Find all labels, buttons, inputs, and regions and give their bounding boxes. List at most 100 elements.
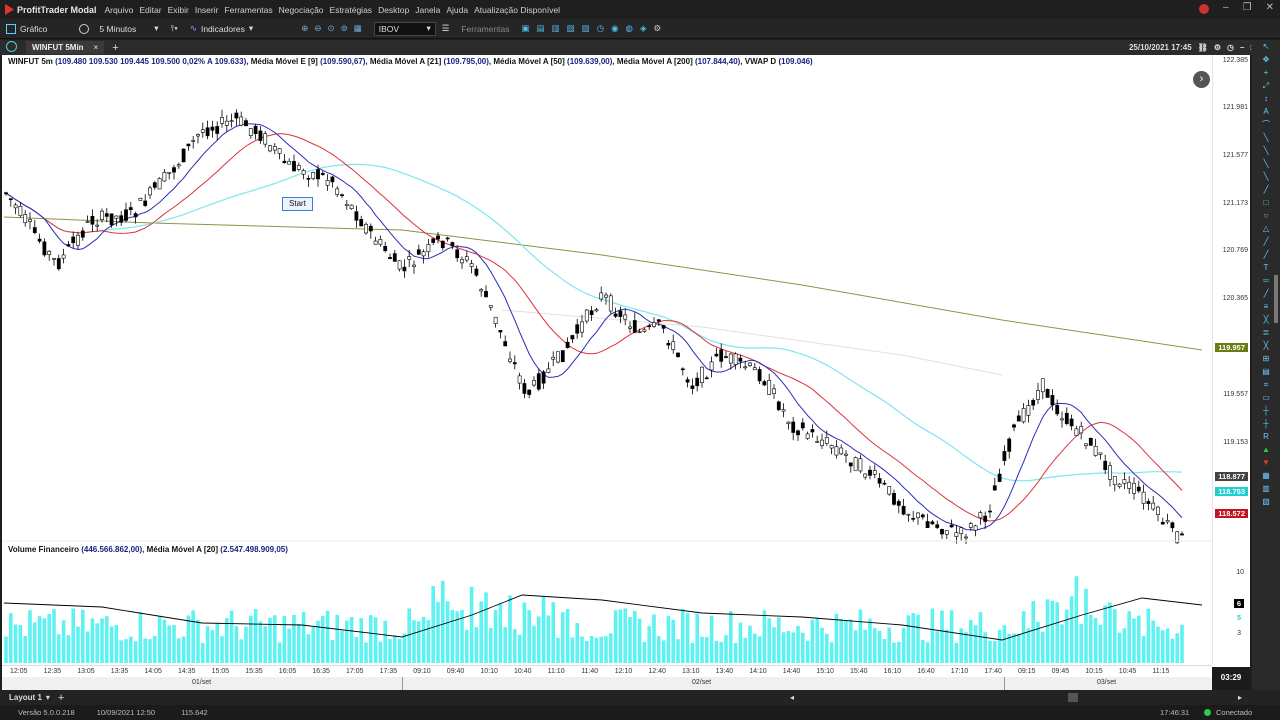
user-avatar[interactable] [1199, 4, 1210, 14]
drawing-tool-icon[interactable]: ▤ [1262, 367, 1270, 377]
settings-icon[interactable]: ⚙ [1214, 43, 1221, 52]
drawing-tool-icon[interactable]: + [1264, 68, 1269, 78]
chart-menu-button[interactable]: Gráfico [0, 20, 53, 38]
start-button[interactable]: Start [282, 197, 313, 211]
drawing-tool-icon[interactable]: □ [1264, 198, 1269, 208]
drawing-tool-icon[interactable]: ⤢ [1263, 81, 1269, 91]
drawing-tool-icon[interactable]: T [1264, 263, 1269, 273]
drawing-tool-icon[interactable]: ╱ [1264, 250, 1269, 260]
close-tab-icon[interactable]: × [94, 43, 99, 52]
menu-ferramentas[interactable]: Ferramentas [224, 5, 272, 15]
layout-tab[interactable]: Layout 1 [9, 693, 42, 702]
menu-atualizacao[interactable]: Atualização Disponível [474, 5, 560, 15]
drawing-tool-icon[interactable]: ╳ [1264, 341, 1269, 351]
drawing-tool-icon[interactable]: ╲ [1264, 172, 1269, 182]
link-icon[interactable]: ⛓ [1198, 43, 1208, 52]
menu-janela[interactable]: Janela [415, 5, 440, 15]
chevron-down-icon[interactable]: ▾ [46, 693, 50, 702]
indicators-button[interactable]: ∿ Indicadores ▾ [184, 20, 259, 38]
calendar-icon[interactable]: ▣ [522, 23, 530, 34]
zoom-fit-icon[interactable]: ⊙ [327, 23, 334, 34]
drawing-tool-icon[interactable]: A [1263, 107, 1268, 117]
drawing-tool-icon[interactable]: ▥ [1262, 484, 1270, 494]
tools-menu[interactable]: Ferramentas [455, 20, 515, 38]
align-icon[interactable]: ▧ [567, 23, 575, 34]
drawing-tool-icon[interactable]: ○ [1264, 211, 1269, 221]
layers-icon[interactable]: ◈ [640, 23, 647, 34]
drawing-tool-icon[interactable]: ↕ [1264, 94, 1268, 104]
candle-body [100, 210, 104, 220]
minimize-icon[interactable]: – [1223, 2, 1229, 14]
drawing-tool-icon[interactable]: ▼ [1262, 458, 1270, 468]
grid-icon[interactable]: ▤ [537, 23, 545, 34]
drawing-tool-icon[interactable]: ⊞ [1263, 354, 1270, 364]
drawing-tool-icon[interactable]: ▦ [1262, 471, 1270, 481]
menu-arquivo[interactable]: Arquivo [105, 5, 134, 15]
drawing-tool-icon[interactable]: ▭ [1262, 393, 1270, 403]
layout-icon[interactable]: ▦ [354, 23, 362, 34]
chart-canvas[interactable] [2, 55, 1250, 690]
add-layout-icon[interactable]: + [58, 692, 64, 704]
tab-winfut[interactable]: WINFUT 5Min × [26, 41, 105, 54]
drawing-tool-icon[interactable]: ≡ [1264, 302, 1269, 312]
scroll-right-icon[interactable]: ▸ [1238, 693, 1242, 702]
drawing-tool-icon[interactable]: ╲ [1264, 159, 1269, 169]
alarm-icon[interactable]: ◷ [597, 23, 604, 34]
history-icon[interactable]: ◷ [1227, 43, 1234, 52]
drawing-tool-icon[interactable]: ╱ [1264, 237, 1269, 247]
list-button[interactable]: ☰ [436, 20, 456, 38]
drawing-tool-icon[interactable]: ╲ [1264, 133, 1269, 143]
drawing-tool-icon[interactable]: △ [1263, 224, 1269, 234]
drawing-tool-icon[interactable]: ▲ [1262, 445, 1270, 455]
save-icon[interactable]: ▥ [552, 23, 560, 34]
chart-minimize-icon[interactable]: – [1240, 43, 1244, 52]
menu-editar[interactable]: Editar [139, 5, 161, 15]
drawing-tool-icon[interactable]: ╱ [1264, 289, 1269, 299]
time-tick: 16:05 [278, 668, 297, 675]
zoom-out-icon[interactable]: ⊖ [314, 23, 321, 34]
drawing-tool-icon[interactable]: ≣ [1263, 328, 1270, 338]
close-icon[interactable]: ✕ [1266, 2, 1274, 14]
candle-body [632, 320, 637, 333]
menu-ajuda[interactable]: Ajuda [446, 5, 468, 15]
menu-desktop[interactable]: Desktop [378, 5, 409, 15]
horizontal-scrollbar[interactable] [1068, 693, 1078, 702]
menu-estrategias[interactable]: Estratégias [330, 5, 373, 15]
drawing-tool-icon[interactable]: R [1263, 432, 1269, 442]
drawing-tool-icon[interactable]: ╱ [1264, 185, 1269, 195]
menu-exibir[interactable]: Exibir [168, 5, 189, 15]
drawing-tool-icon[interactable]: ⌒ [1262, 120, 1270, 130]
maximize-icon[interactable]: ❐ [1243, 2, 1252, 14]
zoom-in-icon[interactable]: ⊕ [301, 23, 308, 34]
volume-bar [561, 612, 565, 663]
drawing-tool-icon[interactable]: ↖ [1263, 42, 1270, 52]
robot-icon[interactable]: ◉ [611, 23, 618, 34]
symbol-selector[interactable]: IBOV ▾ [373, 21, 436, 36]
menu-inserir[interactable]: Inserir [195, 5, 219, 15]
crosshair-icon[interactable]: ⊚ [341, 23, 348, 34]
gear-icon[interactable]: ⚙ [654, 23, 662, 34]
volume-bar [709, 615, 714, 663]
drawing-tool-icon[interactable]: ═ [1263, 276, 1269, 286]
drawing-tool-icon[interactable]: ┼ [1263, 406, 1269, 416]
chart-type-icon[interactable] [6, 41, 17, 52]
scroll-right-button[interactable]: › [1193, 71, 1210, 88]
sidebar-scrollbar[interactable] [1274, 275, 1278, 323]
menu-negociacao[interactable]: Negociação [279, 5, 324, 15]
drawing-tool-icon[interactable]: ┼ [1263, 419, 1269, 429]
drawing-tool-icon[interactable]: ▧ [1262, 497, 1270, 507]
price-chart[interactable]: WINFUT 5m (109.480 109.530 109.445 109.5… [2, 55, 1250, 690]
drawing-tool-icon[interactable]: ╳ [1264, 315, 1269, 325]
drawing-tool-icon[interactable]: ✥ [1263, 55, 1270, 65]
candle-type-button[interactable]: ⫯▾ [165, 20, 184, 38]
time-tick: 14:40 [782, 668, 801, 675]
interval-selector[interactable]: 5 Minutos ▾ [73, 20, 164, 38]
drawing-tool-icon[interactable]: ╲ [1264, 146, 1269, 156]
scroll-left-icon[interactable]: ◂ [790, 693, 794, 702]
messages-icon[interactable]: ◍ [626, 23, 633, 34]
drawing-tool-icon[interactable]: ⌗ [1264, 380, 1269, 390]
chart-tab-bar: WINFUT 5Min × + 25/10/2021 17:45 ⛓ ⚙ ◷ –… [0, 40, 1280, 55]
volume-bar [513, 629, 517, 663]
add-tab-icon[interactable]: + [112, 42, 118, 54]
table-icon[interactable]: ▨ [582, 23, 590, 34]
